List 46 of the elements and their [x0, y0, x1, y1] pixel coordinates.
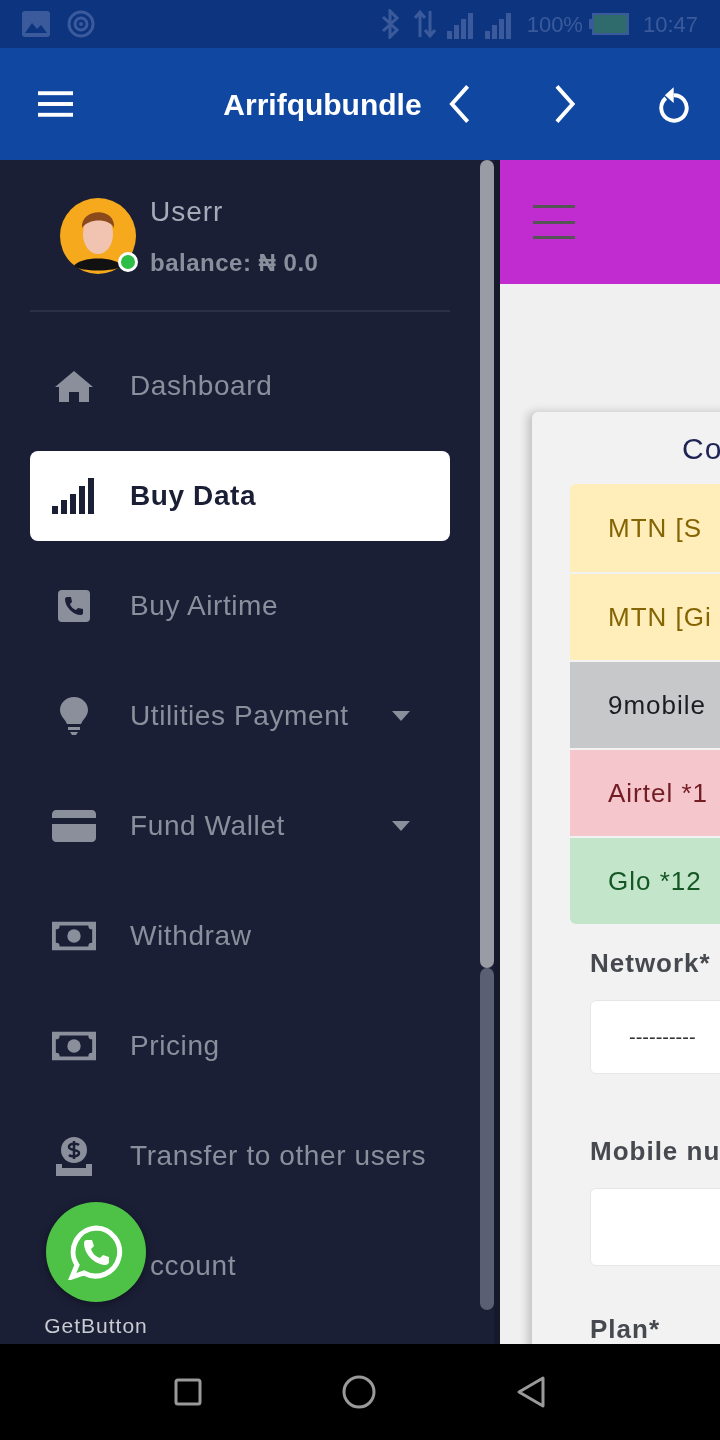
network-row: Glo *12 [570, 836, 720, 924]
battery-icon [588, 13, 629, 35]
nav-item[interactable]: Buy Data [30, 451, 450, 541]
nav-item[interactable]: Buy Airtime [30, 561, 450, 651]
banknote-icon [52, 1031, 96, 1061]
scrollbar-thumb[interactable] [480, 160, 494, 968]
image-icon [22, 11, 50, 37]
network-row: Airtel *1 [570, 748, 720, 836]
field-label: Plan* [590, 1313, 662, 1344]
chat-phone-icon [68, 1224, 124, 1280]
back-icon[interactable] [516, 1375, 546, 1409]
recents-icon[interactable] [174, 1378, 202, 1406]
nav-item[interactable]: Withdraw [30, 891, 450, 981]
bluetooth-icon [380, 9, 401, 39]
nav-item[interactable]: Utilities Payment [30, 671, 450, 761]
lightbulb-icon [60, 697, 88, 735]
network-select[interactable]: ---------- [590, 1000, 720, 1074]
forward-icon[interactable] [553, 84, 577, 124]
phone-icon [58, 590, 90, 622]
home-icon [53, 369, 95, 403]
app-title: Arrifqubundle [223, 86, 422, 123]
field-label: Network* [590, 947, 712, 980]
coin-icon [54, 1136, 94, 1176]
menu-icon[interactable] [38, 91, 74, 117]
caret-icon [392, 711, 410, 721]
network-row: 9mobile [570, 660, 720, 748]
nav-item[interactable]: Fund Wallet [30, 781, 450, 871]
home-icon[interactable] [342, 1375, 376, 1409]
getbutton-label: GetButton [44, 1313, 148, 1339]
signal-bars-icon [52, 478, 96, 514]
network-row: MTN [S [570, 484, 720, 572]
network-row: MTN [Gi [570, 572, 720, 660]
nav-item[interactable]: ccount [30, 1221, 450, 1311]
nav-item[interactable]: Pricing [30, 1001, 450, 1091]
user-name: Userr [150, 195, 225, 229]
caret-icon [392, 821, 410, 831]
data-arrows-icon [412, 9, 437, 39]
balance-text: balance: ₦ 0.0 [150, 248, 319, 278]
nav-item[interactable]: Transfer to other users [30, 1111, 450, 1201]
banknote-icon [52, 921, 96, 951]
refresh-icon[interactable] [656, 84, 690, 124]
nav-item[interactable]: Dashboard [30, 341, 450, 431]
back-icon[interactable] [447, 84, 472, 124]
credit-card-icon [52, 810, 96, 842]
field-label: Mobile nu [590, 1135, 720, 1168]
hotspot-icon [66, 9, 96, 39]
